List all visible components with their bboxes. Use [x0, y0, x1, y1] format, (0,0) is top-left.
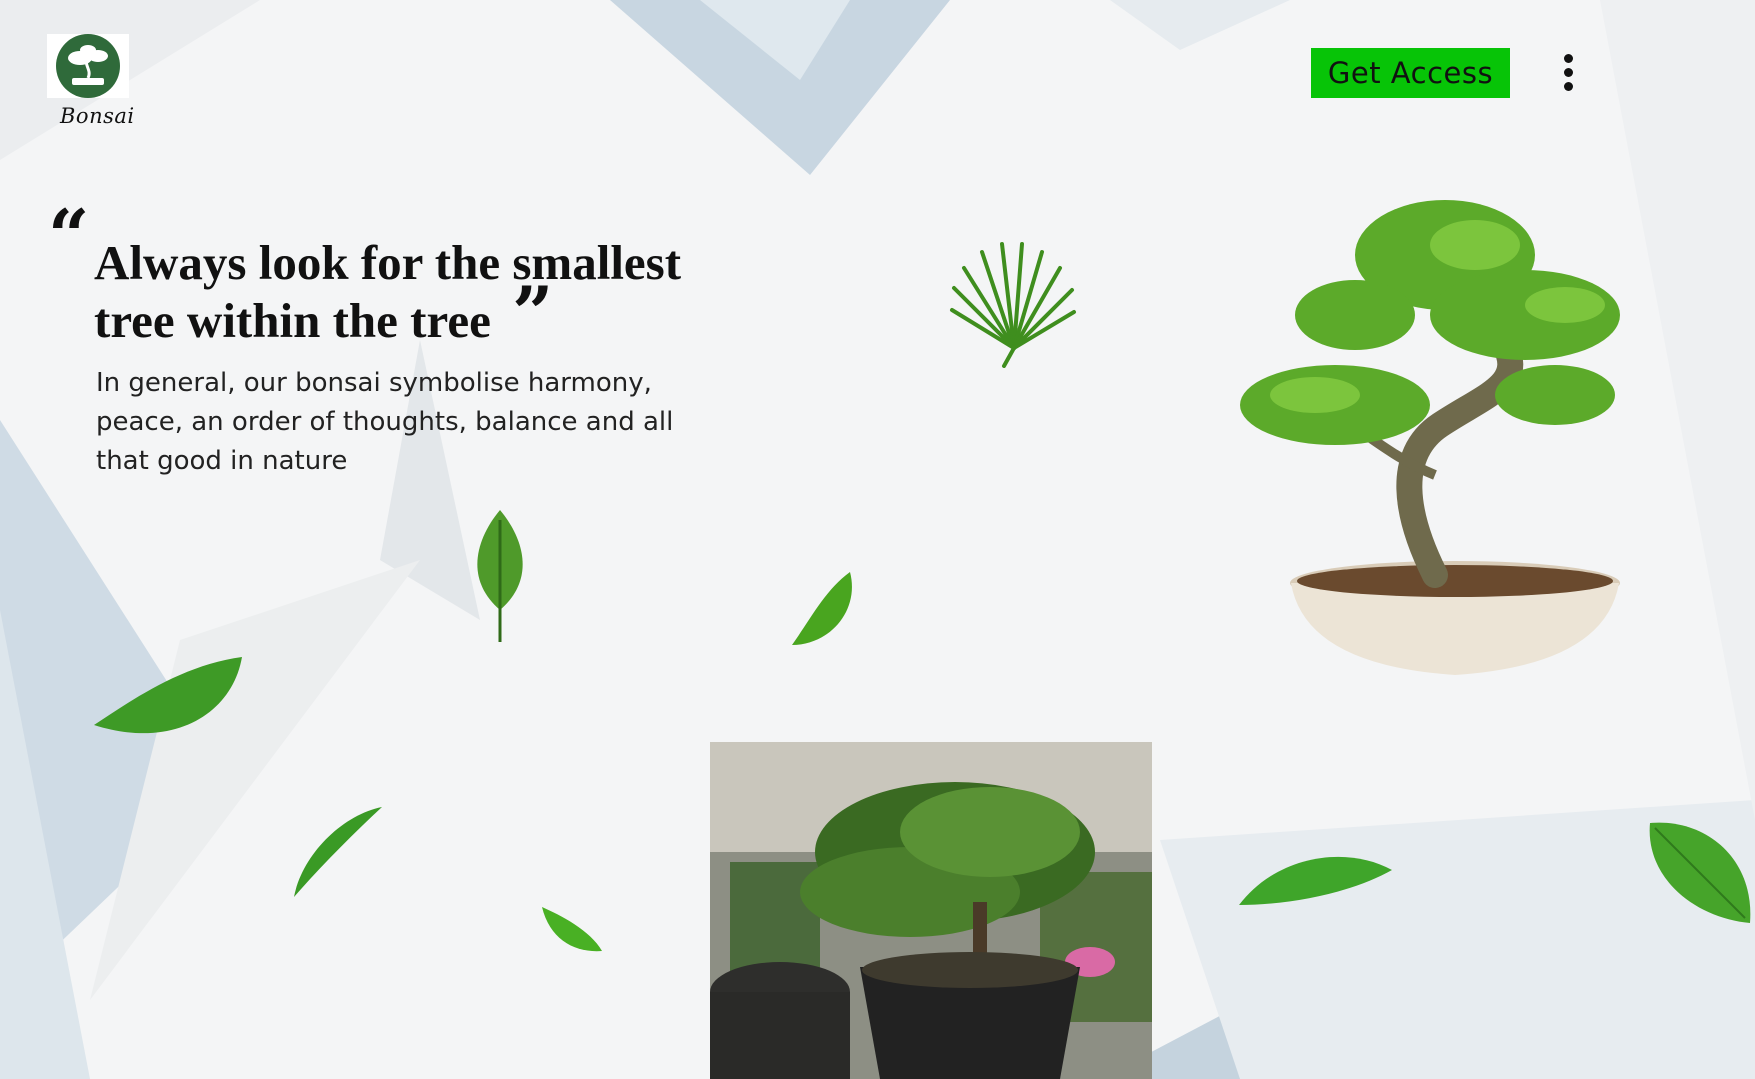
potted-juniper-bonsai-photo — [710, 742, 1152, 1079]
brand-name: Bonsai — [60, 104, 135, 128]
leaf-icon — [94, 657, 242, 734]
bonsai-tree-logo-icon — [56, 34, 120, 98]
body-line-3: that good in nature — [96, 446, 348, 476]
open-quote: “ — [48, 193, 90, 278]
leaf-icon — [542, 907, 602, 952]
get-access-button[interactable]: Get Access — [1311, 48, 1510, 98]
hero-body-text: In general, our bonsai symbolise harmony… — [96, 364, 716, 481]
nav-about[interactable]: About — [52, 0, 99, 19]
nettle-leaf-icon — [477, 510, 523, 642]
nav-bar: Home About Blog — [0, 0, 1755, 19]
brand-logo[interactable] — [47, 34, 129, 98]
leaf-icon — [1239, 856, 1392, 905]
kebab-menu-icon[interactable] — [1558, 54, 1578, 96]
leaf-icon — [294, 807, 382, 897]
nav-home[interactable]: Home — [0, 0, 47, 19]
juniper-photo-illustration — [710, 742, 1152, 1079]
headline-line-2: tree within the tree — [94, 293, 491, 348]
leaf-icon — [1649, 822, 1751, 923]
headline-line-1: Always look for the smallest — [94, 235, 682, 290]
palm-leaf-icon — [950, 242, 1076, 368]
hero-headline: Always look for the smallest tree within… — [94, 234, 734, 350]
close-quote: ” — [512, 270, 554, 355]
nav-blog[interactable]: Blog — [105, 0, 140, 19]
body-line-2: peace, an order of thoughts, balance and… — [96, 407, 674, 437]
bonsai-in-cream-pot — [1240, 200, 1620, 675]
leaf-icon — [792, 572, 852, 645]
body-line-1: In general, our bonsai symbolise harmony… — [96, 368, 652, 398]
